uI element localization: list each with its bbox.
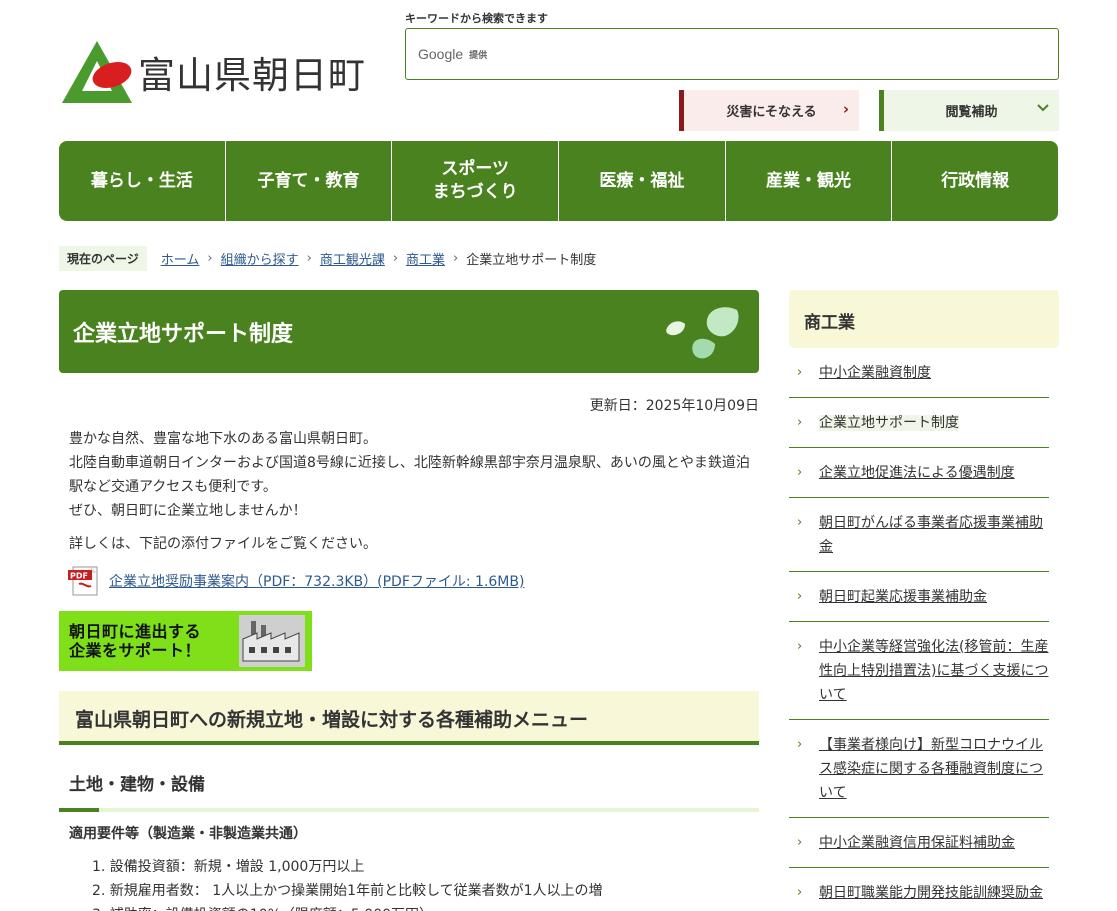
disaster-prep-label: 災害にそなえる [726, 105, 817, 120]
nav-item-sports-town[interactable]: スポーツ まちづくり [392, 141, 560, 221]
chevron-right-icon: › [797, 415, 803, 430]
sidebar-heading: 商工業 [789, 290, 1059, 348]
sidebar-link[interactable]: 【事業者様向け】新型コロナウイルス感染症に関する各種融資制度について [819, 737, 1043, 801]
chevron-right-icon: › [306, 250, 312, 266]
intro-line: 北陸自動車道朝日インターおよび国道8号線に近接し、北陸新幹線黒部宇奈月温泉駅、あ… [69, 455, 750, 495]
sidebar-item-startup-subsidy: › 朝日町起業応援事業補助金 [789, 572, 1049, 622]
chevron-right-icon: › [797, 737, 803, 752]
intro-line: ぜひ、朝日町に企業立地しませんか！ [69, 503, 307, 519]
sidebar-item-covid-loans: › 【事業者様向け】新型コロナウイルス感染症に関する各種融資制度について [789, 720, 1049, 818]
nav-item-industry-tourism[interactable]: 産業・観光 [726, 141, 893, 221]
sidebar-item-management-act: › 中小企業等経営強化法(移管前：生産性向上特別措置法)に基づく支援について [789, 622, 1049, 720]
intro-text: 豊かな自然、豊富な地下水のある富山県朝日町。 北陸自動車道朝日インターおよび国道… [69, 427, 759, 523]
nav-item-administration[interactable]: 行政情報 [892, 141, 1058, 221]
google-brand-sub: 提供 [469, 50, 488, 61]
section-heading-subsidies: 富山県朝日町への新規立地・増設に対する各種補助メニュー [59, 691, 759, 745]
pdf-file-icon: PDF [68, 566, 98, 596]
chevron-right-icon: › [797, 465, 803, 480]
chevron-right-icon: › [797, 365, 803, 380]
breadcrumb-label: 現在のページ [59, 245, 147, 271]
nav-item-medical-welfare[interactable]: 医療・福祉 [559, 141, 726, 221]
pdf-download-link[interactable]: 企業立地奨励事業案内（PDF：732.3KB）(PDFファイル: 1.6MB) [109, 571, 524, 591]
disaster-prep-button[interactable]: 災害にそなえる › [679, 90, 859, 131]
nav-item-childcare-education[interactable]: 子育て・教育 [226, 141, 393, 221]
global-nav: 暮らし・生活 子育て・教育 スポーツ まちづくり 医療・福祉 産業・観光 行政情… [59, 141, 1058, 221]
chevron-right-icon: › [207, 250, 213, 266]
updated-date: 更新日：2025年10月09日 [589, 398, 759, 414]
requirements-list: 1. 設備投資額：新規・増設 1,000万円以上 2. 新規雇用者数： 1人以上… [92, 855, 603, 911]
sidebar-item-location-support: › 企業立地サポート制度 [789, 398, 1049, 448]
support-banner[interactable]: 朝日町に進出する 企業をサポート！ [59, 611, 312, 671]
page-title: 企業立地サポート制度 [73, 322, 294, 347]
list-item: 2. 新規雇用者数： 1人以上かつ操業開始1年前と比較して従業者数が1人以上の増 [92, 883, 603, 899]
list-item: 1. 設備投資額：新規・増設 1,000万円以上 [92, 859, 365, 875]
sidebar-list: › 中小企業融資制度 › 企業立地サポート制度 › 企業立地促進法による優遇制度… [789, 348, 1049, 911]
search-caption: キーワードから検索できます [405, 12, 548, 25]
chevron-right-icon: › [797, 835, 803, 850]
sidebar-heading-text: 商工業 [804, 313, 855, 333]
sidebar-item-promotion-law: › 企業立地促進法による優遇制度 [789, 448, 1049, 498]
breadcrumb-commerce-tourism-dept[interactable]: 商工観光課 [320, 249, 385, 268]
support-banner-text: 朝日町に進出する 企業をサポート！ [69, 622, 202, 660]
requirements-heading: 適用要件等（製造業・非製造業共通） [69, 826, 307, 842]
search-input[interactable]: Google 提供 [405, 28, 1059, 80]
factory-icon [239, 615, 305, 667]
sidebar-link[interactable]: 中小企業融資信用保証料補助金 [819, 835, 1015, 851]
browsing-assist-label: 閲覧補助 [945, 105, 998, 120]
browsing-assist-button[interactable]: 閲覧補助 [879, 90, 1059, 131]
site-name: 富山県朝日町 [138, 54, 366, 97]
chevron-right-icon: › [797, 885, 803, 900]
svg-text:PDF: PDF [70, 572, 88, 581]
subsection-heading-text: 土地・建物・設備 [69, 775, 205, 795]
sidebar-link[interactable]: 朝日町がんばる事業者応援事業補助金 [819, 515, 1043, 555]
sidebar-item-guarantee-fee: › 中小企業融資信用保証料補助金 [789, 818, 1049, 868]
sidebar-item-sme-loans: › 中小企業融資制度 [789, 348, 1049, 398]
list-item: 3. 補助率：設備投資額の10%（限度額：5,000万円） [92, 903, 603, 911]
section-heading-text: 富山県朝日町への新規立地・増設に対する各種補助メニュー [75, 709, 589, 731]
sidebar-link[interactable]: 企業立地促進法による優遇制度 [819, 465, 1015, 481]
chevron-right-icon: › [797, 639, 803, 654]
subsection-heading-land: 土地・建物・設備 [59, 762, 759, 812]
sidebar-link[interactable]: 中小企業等経営強化法(移管前：生産性向上特別措置法)に基づく支援について [819, 639, 1048, 703]
pdf-attachment: PDF 企業立地奨励事業案内（PDF：732.3KB）(PDFファイル: 1.6… [67, 566, 524, 596]
sidebar-link[interactable]: 企業立地サポート制度 [819, 415, 959, 431]
sidebar-link[interactable]: 中小企業融資制度 [819, 365, 931, 381]
chevron-right-icon: › [453, 250, 459, 266]
chevron-right-icon: › [842, 100, 849, 118]
chevron-right-icon: › [392, 250, 399, 266]
chevron-right-icon: › [797, 515, 803, 530]
breadcrumb: 現在のページ ホーム › 組織から探す › 商工観光課 › 商工業 › 企業立地… [59, 245, 597, 271]
breadcrumb-current: 企業立地サポート制度 [466, 252, 597, 268]
breadcrumb-organization[interactable]: 組織から探す [221, 249, 299, 268]
breadcrumb-commerce[interactable]: 商工業 [406, 249, 445, 268]
chevron-right-icon: › [797, 589, 803, 604]
chevron-down-icon [1037, 101, 1049, 116]
sidebar-link[interactable]: 朝日町職業能力開発技能訓練奨励金 [819, 885, 1043, 901]
sidebar-item-ganbaru-subsidy: › 朝日町がんばる事業者応援事業補助金 [789, 498, 1049, 572]
google-brand: Google [418, 46, 464, 62]
leaf-decoration-icon [666, 307, 739, 359]
page-title-banner: 企業立地サポート制度 [59, 290, 759, 373]
town-emblem-icon [62, 41, 132, 103]
nav-item-living[interactable]: 暮らし・生活 [59, 141, 226, 221]
sidebar-link[interactable]: 朝日町起業応援事業補助金 [819, 589, 987, 605]
site-logo[interactable]: 富山県朝日町 [60, 38, 390, 106]
breadcrumb-home[interactable]: ホーム [161, 249, 200, 268]
intro-line: 豊かな自然、豊富な地下水のある富山県朝日町。 [69, 431, 377, 447]
detail-text: 詳しくは、下記の添付ファイルをご覧ください。 [69, 536, 377, 552]
sidebar-item-skills-training: › 朝日町職業能力開発技能訓練奨励金 [789, 868, 1049, 911]
